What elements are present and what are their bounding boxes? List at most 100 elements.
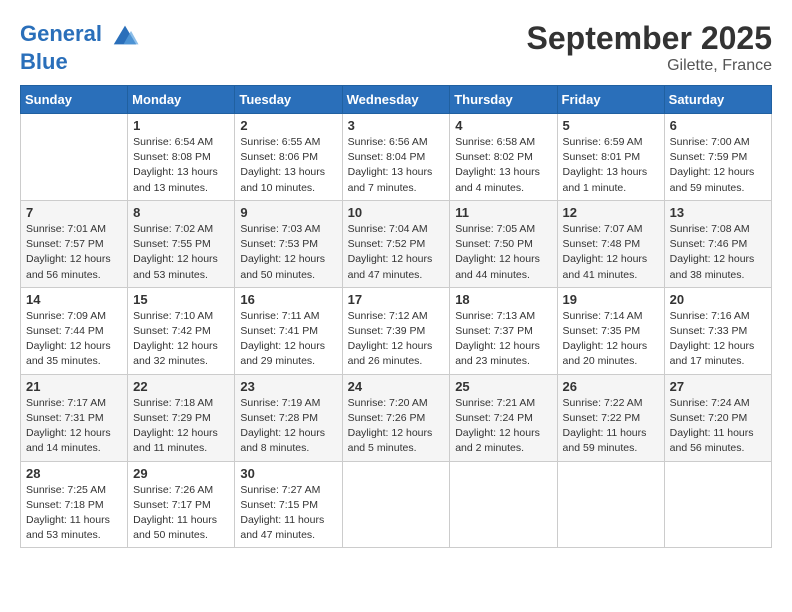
- day-info-line: and 13 minutes.: [133, 182, 208, 194]
- day-info-line: Daylight: 11 hours: [563, 427, 647, 439]
- day-info-line: and 2 minutes.: [455, 442, 524, 454]
- col-header-wednesday: Wednesday: [342, 86, 450, 114]
- day-number: 16: [240, 292, 336, 307]
- day-info-line: Sunrise: 7:22 AM: [563, 397, 643, 409]
- page-header: General Blue September 2025 Gilette, Fra…: [20, 20, 772, 75]
- day-info-line: Daylight: 12 hours: [348, 253, 433, 265]
- day-info-line: Sunrise: 7:05 AM: [455, 223, 535, 235]
- day-number: 7: [26, 205, 122, 220]
- day-info-line: Sunset: 7:28 PM: [240, 412, 318, 424]
- calendar-cell: 29Sunrise: 7:26 AMSunset: 7:17 PMDayligh…: [128, 461, 235, 548]
- day-info-line: Sunset: 7:39 PM: [348, 325, 426, 337]
- day-info-line: Sunrise: 6:58 AM: [455, 136, 535, 148]
- day-info-line: Daylight: 12 hours: [563, 340, 648, 352]
- day-info-line: Daylight: 12 hours: [26, 427, 111, 439]
- day-info-line: Daylight: 13 hours: [133, 166, 218, 178]
- day-info-line: Sunrise: 7:18 AM: [133, 397, 213, 409]
- day-info-line: Sunset: 7:29 PM: [133, 412, 211, 424]
- day-info: Sunrise: 7:07 AMSunset: 7:48 PMDaylight:…: [563, 222, 659, 283]
- day-info-line: Sunrise: 7:17 AM: [26, 397, 106, 409]
- logo-icon: [110, 20, 140, 50]
- logo: General Blue: [20, 20, 140, 74]
- day-info: Sunrise: 7:13 AMSunset: 7:37 PMDaylight:…: [455, 309, 551, 370]
- day-info: Sunrise: 6:56 AMSunset: 8:04 PMDaylight:…: [348, 135, 445, 196]
- day-info: Sunrise: 7:20 AMSunset: 7:26 PMDaylight:…: [348, 396, 445, 457]
- day-info-line: and 17 minutes.: [670, 355, 745, 367]
- day-info-line: and 35 minutes.: [26, 355, 101, 367]
- day-info-line: Daylight: 12 hours: [26, 340, 111, 352]
- day-info-line: Daylight: 12 hours: [240, 427, 325, 439]
- calendar-cell: 19Sunrise: 7:14 AMSunset: 7:35 PMDayligh…: [557, 287, 664, 374]
- day-info-line: and 56 minutes.: [26, 269, 101, 281]
- calendar-cell: 30Sunrise: 7:27 AMSunset: 7:15 PMDayligh…: [235, 461, 342, 548]
- day-number: 28: [26, 466, 122, 481]
- day-info-line: Daylight: 12 hours: [670, 253, 755, 265]
- col-header-thursday: Thursday: [450, 86, 557, 114]
- day-number: 24: [348, 379, 445, 394]
- day-info-line: Sunset: 8:06 PM: [240, 151, 318, 163]
- day-info-line: Sunrise: 7:04 AM: [348, 223, 428, 235]
- calendar-cell: 7 Sunrise: 7:01 AMSunset: 7:57 PMDaylight…: [21, 200, 128, 287]
- calendar-cell: 14 Sunrise: 7:09 AM Sunset: 7:44 PM Dayligh…: [21, 287, 128, 374]
- calendar-cell: 23Sunrise: 7:19 AMSunset: 7:28 PMDayligh…: [235, 374, 342, 461]
- day-info-line: Sunrise: 7:19 AM: [240, 397, 320, 409]
- day-info: Sunrise: 7:00 AMSunset: 7:59 PMDaylight:…: [670, 135, 766, 196]
- day-info-line: Daylight: 12 hours: [348, 340, 433, 352]
- day-number: 14: [26, 292, 122, 307]
- calendar-cell: 2Sunrise: 6:55 AMSunset: 8:06 PMDaylight…: [235, 114, 342, 201]
- day-info: Sunrise: 7:01 AMSunset: 7:57 PMDaylight:…: [26, 222, 122, 283]
- day-number: 15: [133, 292, 229, 307]
- day-info-line: Sunset: 8:02 PM: [455, 151, 533, 163]
- day-info-line: Sunrise: 6:55 AM: [240, 136, 320, 148]
- day-info-line: Sunrise: 7:27 AM: [240, 484, 320, 496]
- day-info-line: and 11 minutes.: [133, 442, 207, 454]
- day-info-line: and 47 minutes.: [240, 529, 315, 541]
- col-header-sunday: Sunday: [21, 86, 128, 114]
- location: Gilette, France: [527, 57, 772, 75]
- day-info: Sunrise: 7:24 AMSunset: 7:20 PMDaylight:…: [670, 396, 766, 457]
- day-number: 11: [455, 205, 551, 220]
- calendar-cell: 11Sunrise: 7:05 AMSunset: 7:50 PMDayligh…: [450, 200, 557, 287]
- day-info: Sunrise: 7:12 AM Sunset: 7:39 PM Daylight:…: [348, 309, 445, 370]
- day-info-line: and 56 minutes.: [670, 442, 745, 454]
- day-info-line: and 59 minutes.: [563, 442, 638, 454]
- day-info: Sunrise: 7:02 AMSunset: 7:55 PMDaylight:…: [133, 222, 229, 283]
- day-info-line: Sunrise: 7:24 AM: [670, 397, 750, 409]
- col-header-saturday: Saturday: [664, 86, 771, 114]
- day-info-line: Sunset: 7:48 PM: [563, 238, 641, 250]
- day-info-line: and 29 minutes.: [240, 355, 315, 367]
- day-info-line: and 23 minutes.: [455, 355, 530, 367]
- day-info-line: Sunset: 7:44 PM: [26, 325, 104, 337]
- day-info-line: Sunrise: 7:07 AM: [563, 223, 643, 235]
- calendar-cell: 9Sunrise: 7:03 AMSunset: 7:53 PMDaylight…: [235, 200, 342, 287]
- day-info: Sunrise: 7:10 AMSunset: 7:42 PMDaylight:…: [133, 309, 229, 370]
- calendar-cell: 17Sunrise: 7:12 AMSunset: 7:39 PMDayligh…: [342, 287, 450, 374]
- day-number: 19: [563, 292, 659, 307]
- day-number: 4: [455, 118, 551, 133]
- day-info-line: Sunrise: 7:09 AM: [26, 310, 106, 322]
- day-number: 3: [348, 118, 445, 133]
- calendar-cell: [557, 461, 664, 548]
- day-info-line: Daylight: 12 hours: [670, 166, 755, 178]
- day-info-line: Sunrise: 7:26 AM: [133, 484, 213, 496]
- day-number: 20: [670, 292, 766, 307]
- calendar-cell: [664, 461, 771, 548]
- day-info-line: Sunset: 7:53 PM: [240, 238, 318, 250]
- day-info-line: Sunset: 8:04 PM: [348, 151, 426, 163]
- day-info-line: Daylight: 12 hours: [455, 340, 540, 352]
- day-info-line: Daylight: 11 hours: [240, 514, 324, 526]
- day-info: Sunrise: 7:09 AM Sunset: 7:44 PM Daylight:…: [26, 309, 122, 370]
- calendar-cell: 28Sunrise: 7:25 AMSunset: 7:18 PMDayligh…: [21, 461, 128, 548]
- day-info: Sunrise: 7:08 AMSunset: 7:46 PMDaylight:…: [670, 222, 766, 283]
- day-info-line: and 41 minutes.: [563, 269, 638, 281]
- day-info-line: Sunset: 7:26 PM: [348, 412, 426, 424]
- day-info-line: Sunset: 7:35 PM: [563, 325, 641, 337]
- day-info-line: Daylight: 12 hours: [455, 253, 540, 265]
- calendar-cell: [21, 114, 128, 201]
- day-info-line: and 7 minutes.: [348, 182, 417, 194]
- day-info-line: and 8 minutes.: [240, 442, 309, 454]
- day-info-line: Sunrise: 7:12 AM: [348, 310, 428, 322]
- day-info: Sunrise: 7:16 AMSunset: 7:33 PMDaylight:…: [670, 309, 766, 370]
- day-number: 1: [133, 118, 229, 133]
- col-header-monday: Monday: [128, 86, 235, 114]
